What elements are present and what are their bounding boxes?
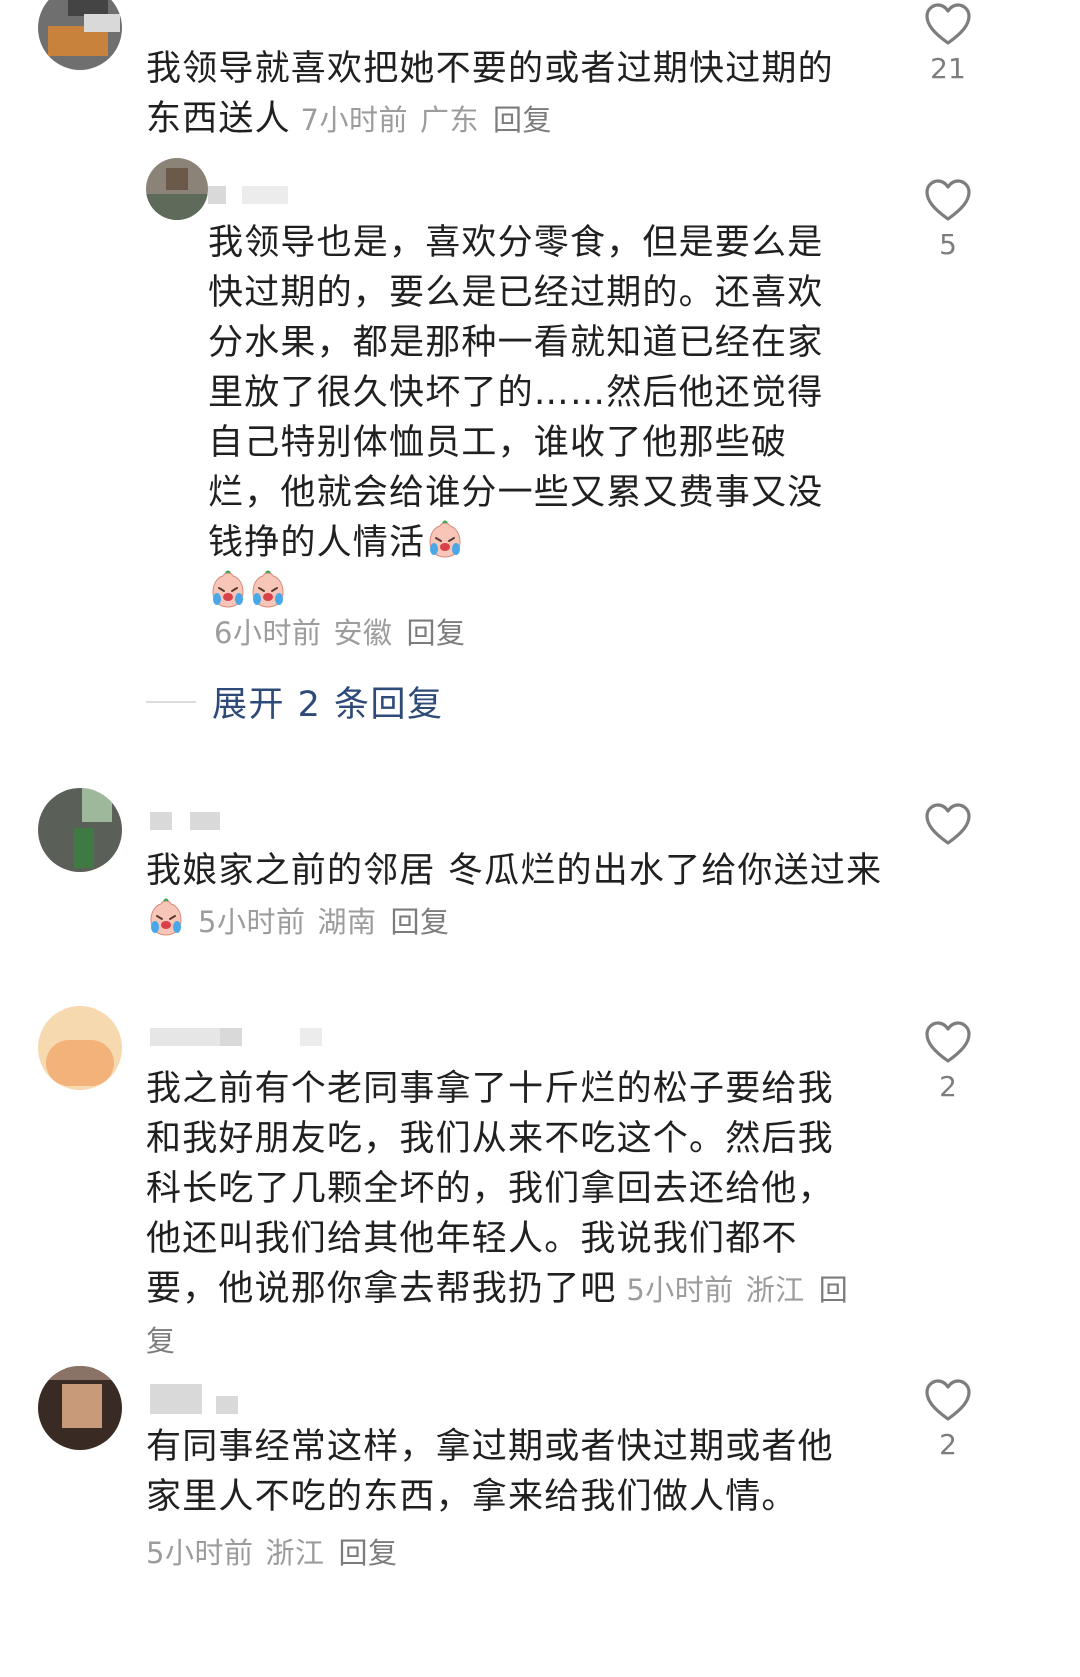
expand-replies-label[interactable]: 展开 2 条回复 <box>212 676 444 727</box>
avatar[interactable] <box>38 788 122 872</box>
comment-location: 安徽 <box>333 616 393 650</box>
comment-time: 7小时前 <box>300 103 408 137</box>
comment-location: 湖南 <box>317 905 377 939</box>
comment-text: 有同事经常这样，拿过期或者快过期或者他家里人不吃的东西，拿来给我们做人情。 <box>146 1422 866 1522</box>
comment-time: 5小时前 <box>146 1536 254 1570</box>
username-redacted[interactable] <box>150 1028 322 1046</box>
heart-outline-icon <box>924 2 972 46</box>
comment-location: 浙江 <box>745 1273 805 1307</box>
comment-text: 我之前有个老同事拿了十斤烂的松子要给我和我好朋友吃，我们从来不吃这个。然后我科长… <box>146 1064 866 1366</box>
crying-face-emoji-icon <box>146 898 186 938</box>
like-button[interactable]: 5 <box>918 178 978 261</box>
like-button[interactable]: 21 <box>918 2 978 85</box>
comment-text-content: 我领导也是，喜欢分零食，但是要么是快过期的，要么是已经过期的。还喜欢分水果，都是… <box>208 223 824 563</box>
username-redacted[interactable] <box>150 1384 240 1414</box>
reply-button[interactable]: 回复 <box>338 1536 397 1570</box>
comment-text-content: 有同事经常这样，拿过期或者快过期或者他家里人不吃的东西，拿来给我们做人情。 <box>146 1427 834 1517</box>
comment-meta: 5小时前 浙江 回复 <box>146 1530 397 1572</box>
comment-text-content: 我娘家之前的邻居 冬瓜烂的出水了给你送过来 <box>146 851 883 891</box>
heart-outline-icon <box>924 802 972 846</box>
reply-button[interactable]: 回复 <box>390 905 449 939</box>
comment-text: 我娘家之前的邻居 冬瓜烂的出水了给你送过来 5小时前 湖南 回复 <box>146 846 886 947</box>
crying-face-emoji-icon <box>248 570 288 610</box>
heart-outline-icon <box>924 1378 972 1422</box>
username-redacted[interactable] <box>208 186 288 204</box>
avatar[interactable] <box>38 1366 122 1450</box>
like-count: 2 <box>939 1428 957 1461</box>
reply-button[interactable]: 回复 <box>406 616 465 650</box>
crying-face-emoji-icon <box>208 570 248 610</box>
username-redacted[interactable] <box>84 14 120 32</box>
heart-outline-icon <box>924 1020 972 1064</box>
username-redacted[interactable] <box>150 812 220 830</box>
avatar[interactable] <box>38 1006 122 1090</box>
like-button[interactable]: 2 <box>918 1020 978 1103</box>
reply-button[interactable]: 回复 <box>493 103 552 137</box>
comment-time: 5小时前 <box>626 1273 734 1307</box>
comment-time: 6小时前 <box>214 616 322 650</box>
like-button[interactable]: 2 <box>918 1378 978 1461</box>
like-count: 21 <box>930 52 966 85</box>
comment-meta: 6小时前 安徽 回复 <box>214 610 465 652</box>
like-button[interactable] <box>918 802 978 852</box>
comment-location: 浙江 <box>265 1536 325 1570</box>
avatar[interactable] <box>146 158 208 220</box>
comment-text: 我领导也是，喜欢分零食，但是要么是快过期的，要么是已经过期的。还喜欢分水果，都是… <box>208 218 858 618</box>
crying-face-emoji-icon <box>425 520 465 560</box>
comment-time: 5小时前 <box>198 905 306 939</box>
divider <box>146 700 196 703</box>
heart-outline-icon <box>924 178 972 222</box>
comment-text: 我领导就喜欢把她不要的或者过期快过期的东西送人 7小时前 广东 回复 <box>146 44 866 145</box>
like-count: 5 <box>939 228 957 261</box>
expand-replies-button[interactable]: 展开 2 条回复 <box>146 676 444 727</box>
like-count: 2 <box>939 1070 957 1103</box>
comment-location: 广东 <box>419 103 479 137</box>
avatar[interactable] <box>38 0 122 70</box>
